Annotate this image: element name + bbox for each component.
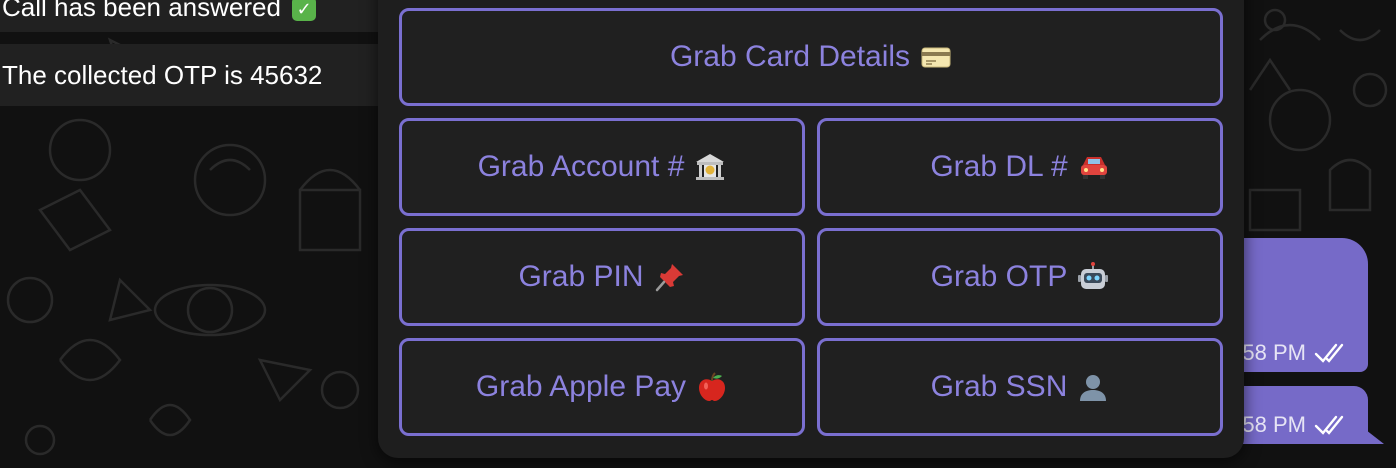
button-label: Grab PIN [518, 260, 644, 293]
bubble-tail [1366, 430, 1384, 444]
grab-card-details-button[interactable]: Grab Card Details [399, 8, 1223, 106]
message-time: 58 PM [1242, 340, 1306, 365]
grab-dl-number-button[interactable]: Grab DL # [817, 118, 1223, 216]
double-check-icon [1314, 343, 1344, 363]
bank-icon [696, 154, 725, 180]
incoming-message: The collected OTP is 45632 [0, 44, 418, 106]
message-meta: 58 PM [1242, 340, 1348, 366]
credit-card-icon [921, 47, 951, 68]
apple-icon [699, 372, 726, 401]
double-check-icon [1314, 415, 1344, 435]
robot-icon [1078, 262, 1109, 289]
grab-apple-pay-button[interactable]: Grab Apple Pay [399, 338, 805, 436]
grab-account-number-button[interactable]: Grab Account # [399, 118, 805, 216]
person-silhouette-icon [1080, 375, 1107, 401]
button-label: Grab Account # [477, 150, 685, 183]
button-label: Grab Card Details [669, 40, 911, 73]
message-text: Call has been answered [2, 0, 281, 22]
message-time: 58 PM [1242, 412, 1306, 437]
grab-ssn-button[interactable]: Grab SSN [817, 338, 1223, 436]
button-label: Grab SSN [930, 370, 1068, 403]
message-text: The collected OTP is 45632 [2, 60, 323, 90]
button-label: Grab DL # [930, 150, 1068, 183]
pushpin-icon [655, 264, 683, 292]
grab-otp-button[interactable]: Grab OTP [817, 228, 1223, 326]
grab-pin-button[interactable]: Grab PIN [399, 228, 805, 326]
reply-keyboard: Grab Card Details Grab Account # Grab DL… [378, 0, 1244, 458]
button-label: Grab Apple Pay [475, 370, 687, 403]
message-meta: 58 PM [1242, 412, 1348, 438]
car-icon [1080, 157, 1107, 179]
button-label: Grab OTP [930, 260, 1068, 293]
check-mark-icon: ✓ [292, 0, 317, 22]
incoming-message: Call has been answered ✓ [0, 0, 418, 32]
